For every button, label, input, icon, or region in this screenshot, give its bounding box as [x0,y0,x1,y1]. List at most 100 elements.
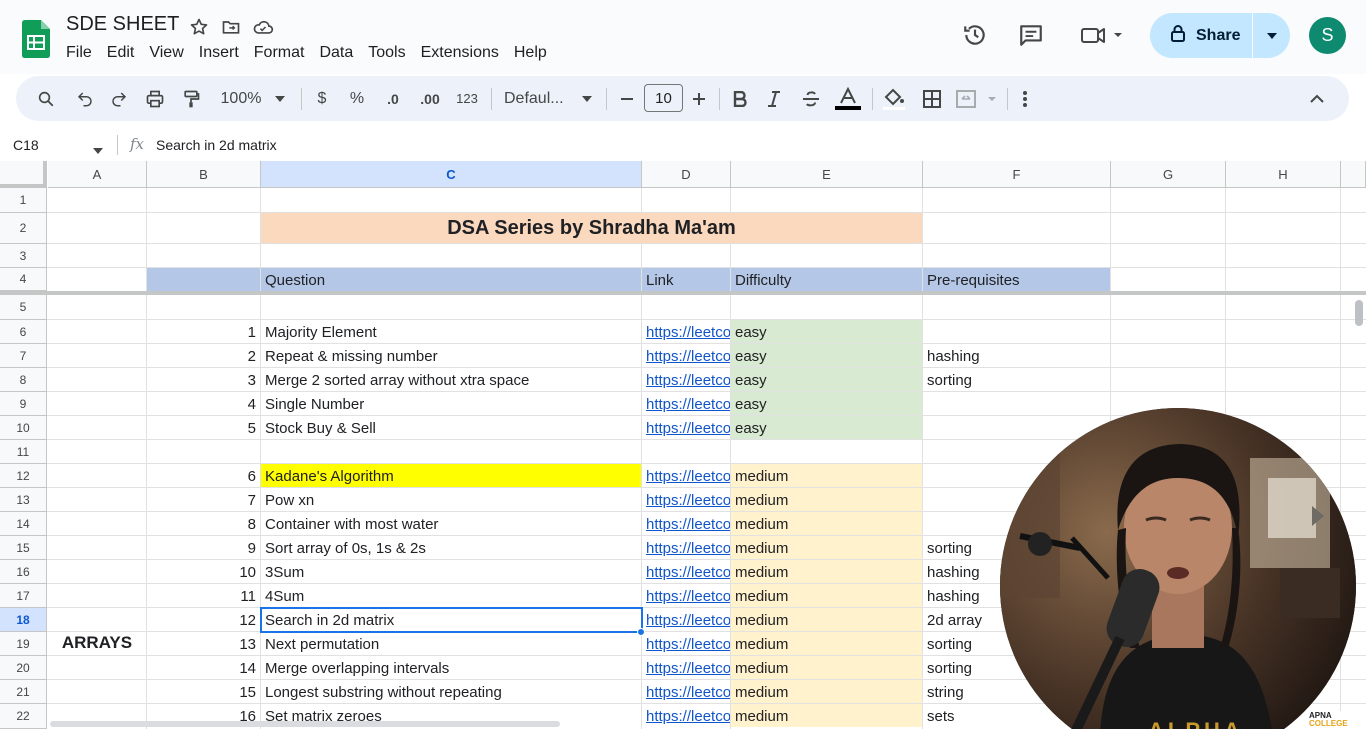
question-link[interactable]: https://leetcode [642,464,730,487]
column-header-b[interactable]: B [147,161,261,188]
difficulty-cell[interactable]: medium [731,560,922,583]
question-link[interactable]: https://leetcode [642,368,730,391]
menu-format[interactable]: Format [254,44,305,62]
row-header-7[interactable]: 7 [0,344,47,368]
difficulty-cell[interactable]: medium [731,536,922,559]
column-header-e[interactable]: E [731,161,923,188]
question-link[interactable]: https://leetcode [642,320,730,343]
question-name[interactable]: Sort array of 0s, 1s & 2s [261,536,641,559]
row-header-5[interactable]: 5 [0,295,47,320]
fill-color-icon[interactable] [882,76,906,121]
fill-handle[interactable] [637,628,645,636]
name-box-dropdown-icon[interactable] [93,141,103,159]
menu-extensions[interactable]: Extensions [421,44,499,62]
row-header-6[interactable]: 6 [0,320,47,344]
difficulty-cell[interactable]: easy [731,320,922,343]
question-number[interactable]: 6 [147,464,260,487]
difficulty-cell[interactable]: medium [731,488,922,511]
difficulty-cell[interactable]: medium [731,632,922,655]
difficulty-cell[interactable]: medium [731,608,922,631]
meet-icon[interactable] [1080,22,1126,48]
question-name[interactable]: Container with most water [261,512,641,535]
question-number[interactable]: 10 [147,560,260,583]
question-number[interactable]: 8 [147,512,260,535]
difficulty-cell[interactable]: medium [731,704,922,727]
question-link[interactable]: https://leetcode [642,344,730,367]
move-folder-icon[interactable] [220,16,242,38]
difficulty-cell[interactable]: medium [731,680,922,703]
row-header-13[interactable]: 13 [0,488,47,512]
menu-file[interactable]: File [66,44,92,62]
difficulty-cell[interactable]: medium [731,584,922,607]
collapse-toolbar-chevron-up-icon[interactable] [1306,76,1328,121]
currency-format-button[interactable]: $ [312,76,332,121]
question-name[interactable]: Stock Buy & Sell [261,416,641,439]
question-number[interactable]: 5 [147,416,260,439]
prerequisite-cell[interactable]: hashing [923,344,1110,367]
formula-input[interactable]: Search in 2d matrix [156,137,277,153]
question-number[interactable]: 9 [147,536,260,559]
menu-insert[interactable]: Insert [199,44,239,62]
star-icon[interactable] [188,16,210,38]
question-link[interactable]: https://leetcode [642,704,730,727]
search-menus-icon[interactable] [35,76,57,121]
sheets-logo-icon[interactable] [22,20,50,63]
decrease-decimal-button[interactable]: .0 [381,76,405,121]
row-header-1[interactable]: 1 [0,188,47,213]
decrease-font-size-icon[interactable] [617,76,637,121]
row-header-9[interactable]: 9 [0,392,47,416]
italic-icon[interactable] [764,76,784,121]
redo-icon[interactable] [108,76,130,121]
question-name[interactable]: Longest substring without repeating [261,680,641,703]
question-name[interactable]: Kadane's Algorithm [261,464,641,487]
menu-help[interactable]: Help [514,44,547,62]
column-header-c[interactable]: C [261,161,642,188]
sheet-title-banner[interactable]: DSA Series by Shradha Ma'am [261,213,922,243]
version-history-icon[interactable] [962,22,988,48]
menu-data[interactable]: Data [319,44,353,62]
difficulty-cell[interactable]: medium [731,512,922,535]
row-header-12[interactable]: 12 [0,464,47,488]
row-header-19[interactable]: 19 [0,632,47,656]
question-number[interactable]: 11 [147,584,260,607]
menu-edit[interactable]: Edit [107,44,135,62]
question-link[interactable]: https://leetcode [642,560,730,583]
column-header-d[interactable]: D [642,161,731,188]
vertical-scrollbar[interactable] [1355,300,1363,326]
question-number[interactable]: 13 [147,632,260,655]
zoom-select[interactable]: 100% [216,76,266,121]
question-number[interactable]: 7 [147,488,260,511]
row-header-20[interactable]: 20 [0,656,47,680]
question-name[interactable]: Merge 2 sorted array without xtra space [261,368,641,391]
header-prerequisites[interactable]: Pre-requisites [923,268,1110,291]
difficulty-cell[interactable]: medium [731,464,922,487]
question-link[interactable]: https://leetcode [642,632,730,655]
row-header-10[interactable]: 10 [0,416,47,440]
row-header-22[interactable]: 22 [0,704,47,729]
column-header-g[interactable]: G [1111,161,1226,188]
difficulty-cell[interactable]: easy [731,392,922,415]
cloud-status-icon[interactable] [252,16,274,38]
prerequisite-cell[interactable] [923,392,1110,415]
header-cell-b[interactable] [147,268,260,291]
question-name[interactable]: Pow xn [261,488,641,511]
horizontal-scrollbar[interactable] [50,721,560,727]
text-color-icon[interactable] [834,76,862,121]
question-name[interactable]: Next permutation [261,632,641,655]
zoom-dropdown-icon[interactable] [272,76,288,121]
header-difficulty[interactable]: Difficulty [731,268,922,291]
increase-font-size-icon[interactable] [689,76,709,121]
number-format-button[interactable]: 123 [454,76,480,121]
question-number[interactable]: 2 [147,344,260,367]
menu-tools[interactable]: Tools [368,44,405,62]
header-question[interactable]: Question [261,268,641,291]
question-number[interactable]: 15 [147,680,260,703]
avatar[interactable]: S [1309,17,1346,54]
strikethrough-icon[interactable] [800,76,822,121]
difficulty-cell[interactable]: easy [731,368,922,391]
question-link[interactable]: https://leetcode [642,656,730,679]
row-header-2[interactable]: 2 [0,213,47,244]
active-cell-selection[interactable] [260,607,643,633]
question-link[interactable]: https://leetcode [642,680,730,703]
row-header-15[interactable]: 15 [0,536,47,560]
